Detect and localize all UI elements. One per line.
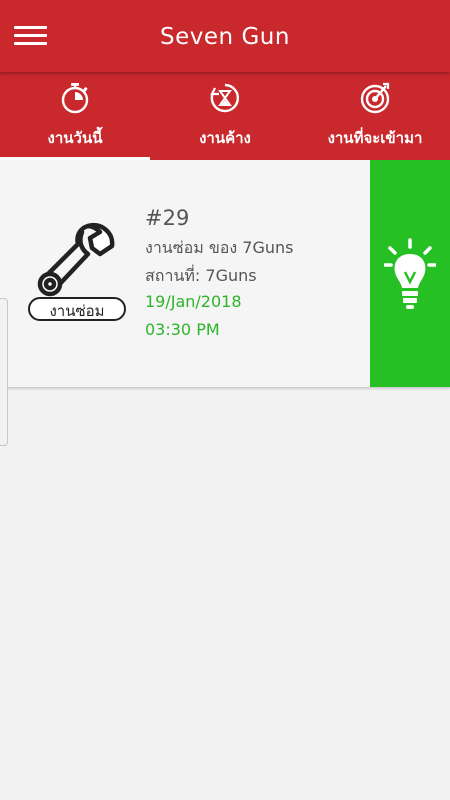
tab-pending[interactable]: งานค้าง: [150, 72, 300, 160]
app-bar: Seven Gun: [0, 0, 450, 72]
tab-today-label: งานวันนี้: [47, 129, 103, 147]
job-card[interactable]: งานซ่อม #29 งานซ่อม ของ 7Guns สถานที่: 7…: [0, 160, 450, 388]
job-number: #29: [145, 206, 190, 230]
job-info: #29 งานซ่อม ของ 7Guns สถานที่: 7Guns 19/…: [145, 206, 293, 348]
job-time: 03:30 PM: [145, 320, 220, 339]
app-title: Seven Gun: [160, 24, 290, 50]
hourglass-icon: [210, 83, 240, 113]
tab-upcoming[interactable]: งานที่จะเข้ามา: [300, 72, 450, 160]
tab-bar: งานวันนี้ งานค้าง งานที่จะเข้ามา: [0, 72, 450, 160]
tab-upcoming-label: งานที่จะเข้ามา: [327, 129, 423, 147]
selected-tab-indicator: [0, 157, 150, 160]
clock-icon: [61, 83, 89, 114]
wrench-icon: [37, 222, 115, 297]
job-title: งานซ่อม ของ 7Guns: [145, 238, 294, 257]
side-drawer-handle[interactable]: [0, 298, 8, 446]
job-type-badge: งานซ่อม: [28, 297, 126, 321]
tab-today[interactable]: งานวันนี้: [0, 72, 150, 160]
tab-pending-label: งานค้าง: [199, 129, 251, 147]
job-action-button[interactable]: [370, 160, 450, 387]
job-location: สถานที่: 7Guns: [145, 266, 257, 285]
target-icon: [360, 82, 390, 114]
lightbulb-icon: [384, 238, 436, 309]
job-date: 19/Jan/2018: [145, 292, 242, 311]
